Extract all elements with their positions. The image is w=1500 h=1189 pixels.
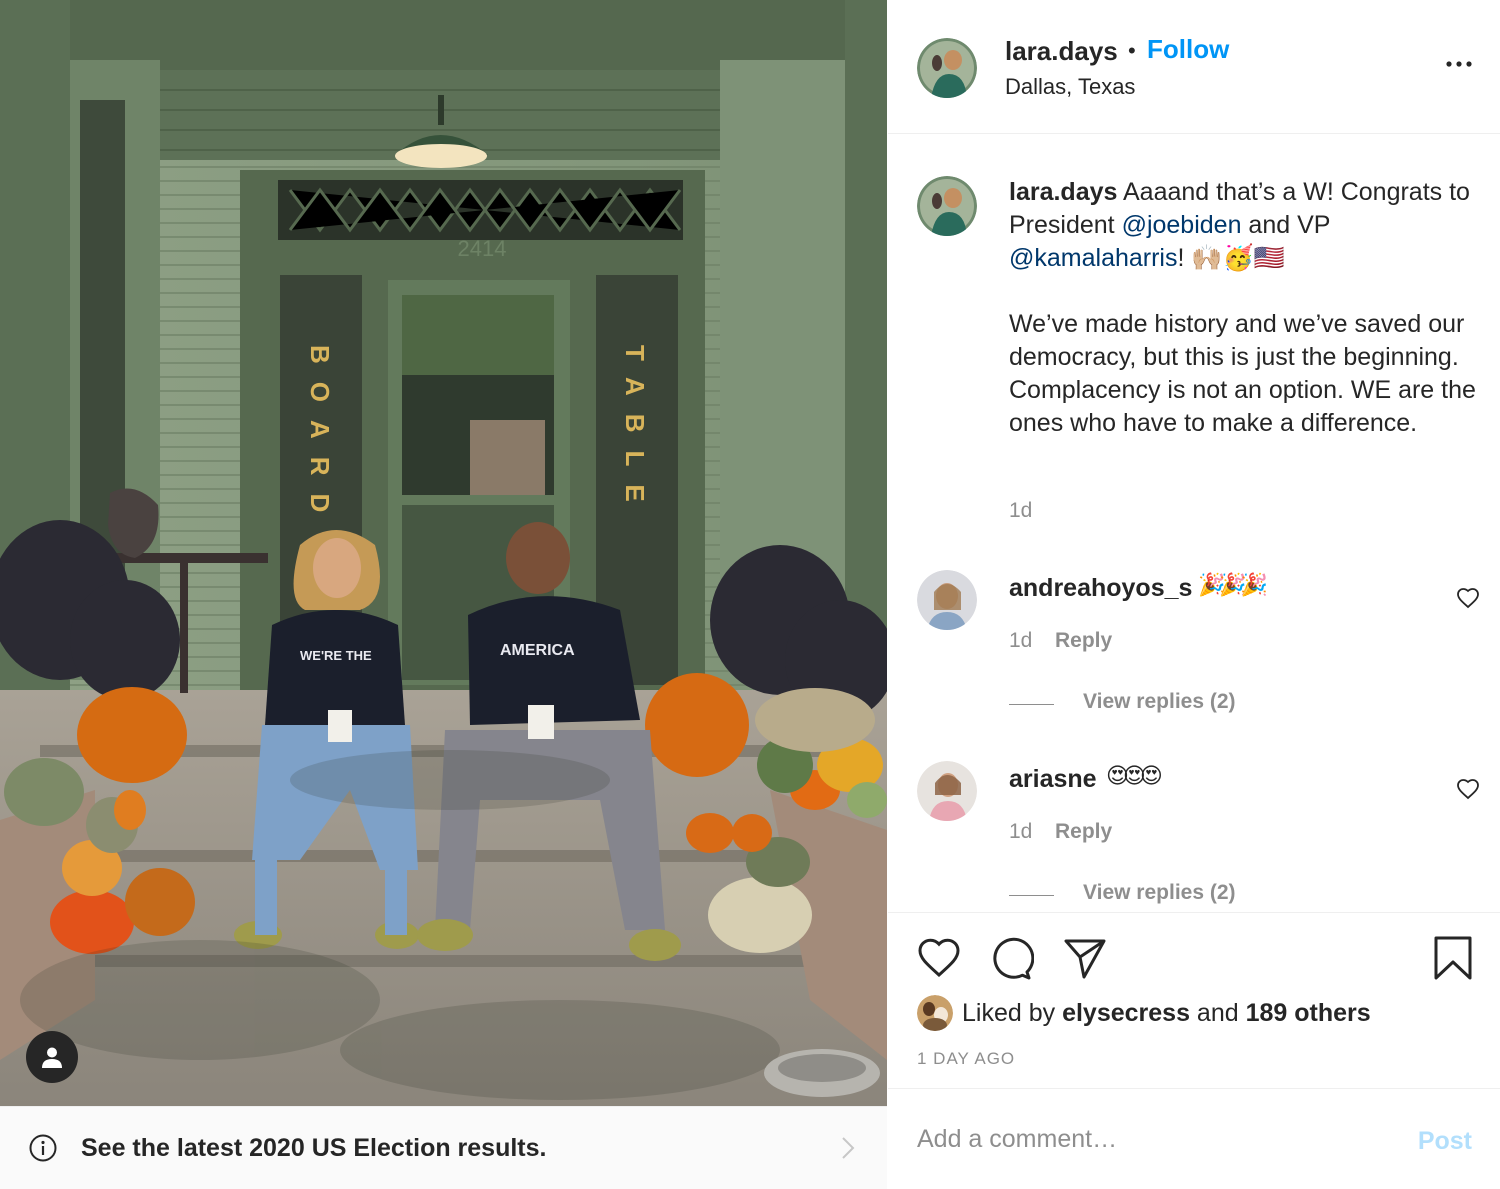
liked-by-prefix: Liked by — [962, 998, 1063, 1027]
comment-item: ariasne 😍😍😍 1d Reply View replies (2) — [888, 761, 1500, 912]
liker-avatar[interactable] — [917, 995, 953, 1031]
follow-button[interactable]: Follow — [1147, 34, 1229, 65]
author-username[interactable]: lara.days — [1005, 36, 1118, 67]
author-avatar-image — [917, 38, 977, 98]
post-location[interactable]: Dallas, Texas — [1005, 74, 1135, 100]
house-number: 2414 — [458, 236, 507, 261]
like-comment-heart-icon[interactable] — [1456, 586, 1480, 610]
commenter-avatar[interactable] — [917, 570, 977, 630]
post-header: lara.days • Follow Dallas, Texas — [888, 0, 1500, 134]
liked-by-joiner: and — [1189, 998, 1246, 1027]
more-options-icon[interactable] — [1444, 54, 1474, 74]
view-replies-divider — [1009, 895, 1054, 896]
mention-joebiden[interactable]: @joebiden — [1122, 211, 1242, 239]
commenter-avatar-image — [917, 570, 977, 630]
info-icon — [29, 1134, 57, 1162]
reply-button[interactable]: Reply — [1055, 629, 1112, 653]
share-icon[interactable] — [1062, 935, 1108, 981]
window-sign-left: BOARD — [305, 345, 335, 530]
like-comment-heart-icon[interactable] — [1456, 777, 1480, 801]
separator-dot: • — [1128, 38, 1136, 63]
mention-kamalaharris[interactable]: @kamalaharris — [1009, 244, 1177, 272]
comment-text: 🎉🎉🎉 — [1198, 572, 1268, 597]
election-results-text: See the latest 2020 US Election results. — [81, 1133, 547, 1162]
like-heart-icon[interactable] — [916, 935, 962, 981]
commenter-username[interactable]: andreahoyos_s — [1009, 574, 1192, 603]
save-bookmark-icon[interactable] — [1430, 935, 1476, 981]
caption-username[interactable]: lara.days — [1009, 178, 1117, 206]
caption-avatar-image — [917, 176, 977, 236]
liker-avatar-image — [917, 995, 953, 1031]
user-tag-icon — [42, 1047, 62, 1068]
shirt-right-text: AMERICA — [500, 642, 575, 659]
comment-timestamp[interactable]: 1d — [1009, 629, 1032, 653]
comments-list[interactable]: lara.days Aaaand that’s a W! Congrats to… — [888, 134, 1500, 912]
post-date[interactable]: 1 DAY AGO — [917, 1049, 1015, 1069]
election-results-banner[interactable]: See the latest 2020 US Election results. — [0, 1106, 887, 1189]
post-details-pane: lara.days • Follow Dallas, Texas lara.da… — [888, 0, 1500, 1189]
caption-segment-2: and VP — [1241, 211, 1330, 239]
commenter-avatar[interactable] — [917, 761, 977, 821]
liked-by-user[interactable]: elysecress — [1062, 999, 1190, 1027]
commenter-avatar-image — [917, 761, 977, 821]
liked-by-text: Liked by elysecress and 189 others — [962, 999, 1371, 1028]
caption-segment-3: ! 🙌🏼🥳🇺🇸 — [1177, 244, 1285, 272]
comment-item: andreahoyos_s 🎉🎉🎉 1d Reply View replies … — [888, 570, 1500, 750]
comment-icon[interactable] — [988, 935, 1034, 981]
commenter-username[interactable]: ariasne — [1009, 765, 1097, 794]
view-replies-button[interactable]: View replies (2) — [1083, 881, 1236, 905]
post-photo[interactable]: 2414 BOARD TABLE WE'RE THE AMERICA — [0, 0, 887, 1106]
reply-button[interactable]: Reply — [1055, 820, 1112, 844]
chevron-right-icon — [842, 1137, 855, 1159]
author-avatar[interactable] — [917, 38, 977, 98]
likes-count-link[interactable]: 189 others — [1246, 999, 1371, 1027]
caption-avatar[interactable] — [917, 176, 977, 236]
comment-timestamp[interactable]: 1d — [1009, 820, 1032, 844]
window-sign-right: TABLE — [620, 345, 650, 520]
user-tag-button[interactable] — [26, 1031, 78, 1083]
comment-text: 😍😍😍 — [1106, 763, 1163, 788]
view-replies-button[interactable]: View replies (2) — [1083, 690, 1236, 714]
shirt-left-text: WE'RE THE — [300, 648, 372, 663]
post-actions: Liked by elysecress and 189 others 1 DAY… — [888, 912, 1500, 1088]
view-replies-divider — [1009, 704, 1054, 705]
caption-paragraph-2: We’ve made history and we’ve saved our d… — [1009, 310, 1476, 437]
likes-summary: Liked by elysecress and 189 others — [917, 995, 1371, 1031]
porch-photo-illustration: 2414 BOARD TABLE WE'RE THE AMERICA — [0, 0, 887, 1106]
caption-timestamp[interactable]: 1d — [1009, 499, 1032, 523]
comment-input[interactable] — [917, 1119, 1377, 1159]
caption-text: lara.days Aaaand that’s a W! Congrats to… — [1009, 176, 1479, 440]
post-media-pane: 2414 BOARD TABLE WE'RE THE AMERICA See t… — [0, 0, 887, 1189]
post-comment-button[interactable]: Post — [1418, 1127, 1472, 1156]
comment-composer: Post — [888, 1088, 1500, 1189]
